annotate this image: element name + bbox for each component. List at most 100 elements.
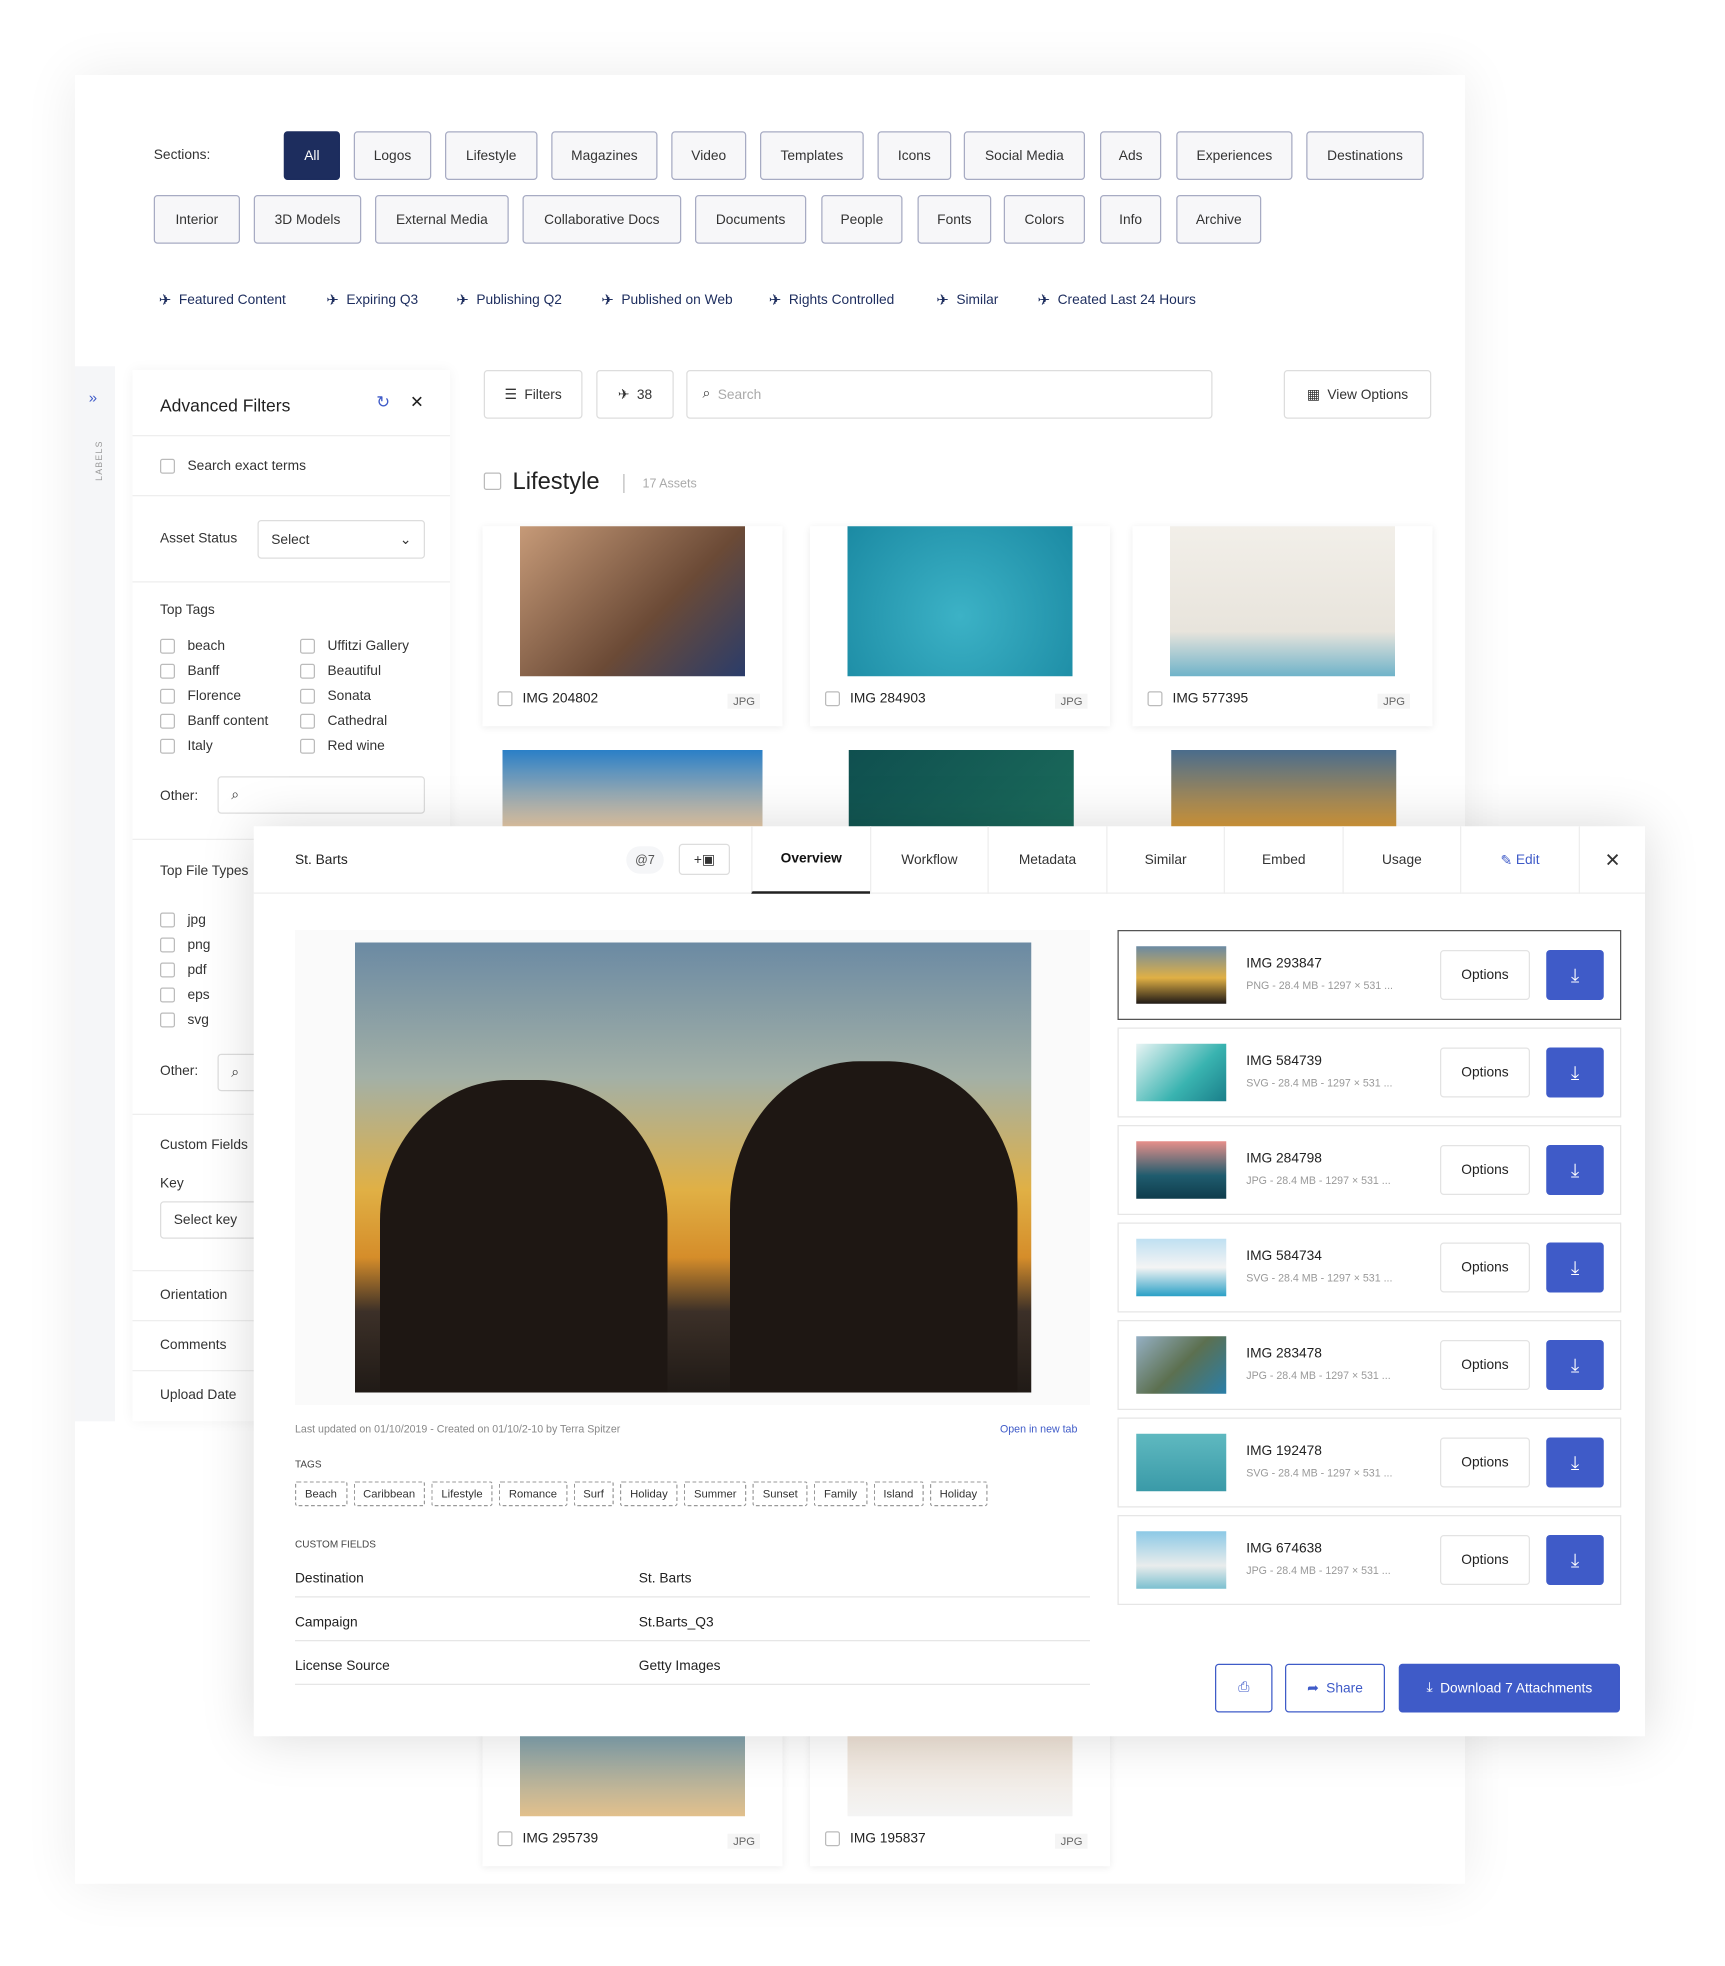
pinned-filter[interactable]: ✈ Published on Web <box>601 291 732 309</box>
refresh-icon[interactable]: ↻ <box>376 393 390 413</box>
attachments-badge[interactable]: @7 <box>626 846 664 874</box>
tag-chip[interactable]: Beach <box>295 1481 347 1507</box>
pins-button[interactable]: ✈ 38 <box>596 370 674 419</box>
attachment-item[interactable]: IMG 293847 PNG - 28.4 MB - 1297 × 531 ...… <box>1117 930 1622 1020</box>
download-button[interactable]: ⤓ <box>1546 1047 1604 1098</box>
open-new-tab-link[interactable]: Open in new tab <box>1000 1423 1077 1436</box>
print-button[interactable]: ⎙ <box>1215 1663 1273 1713</box>
options-button[interactable]: Options <box>1440 1535 1530 1585</box>
asset-checkbox[interactable] <box>1147 691 1163 707</box>
exact-terms-checkbox[interactable]: Search exact terms <box>160 458 306 474</box>
download-button[interactable]: ⤓ <box>1546 1340 1604 1390</box>
section-chip[interactable]: Info <box>1100 195 1162 244</box>
asset-checkbox[interactable] <box>497 1831 513 1847</box>
section-chip[interactable]: Icons <box>877 131 952 180</box>
section-chip[interactable]: External Media <box>375 195 509 244</box>
asset-card[interactable]: IMG 577395 JPG <box>1132 526 1433 727</box>
section-chip[interactable]: Archive <box>1176 195 1262 244</box>
file-type-checkbox[interactable]: jpg <box>160 912 206 928</box>
asset-checkbox[interactable] <box>497 691 513 707</box>
file-type-checkbox[interactable]: png <box>160 937 210 953</box>
share-button[interactable]: ➦ Share <box>1285 1663 1385 1713</box>
section-chip[interactable]: Lifestyle <box>445 131 538 180</box>
options-button[interactable]: Options <box>1440 1437 1530 1488</box>
comments-filter[interactable]: Comments <box>160 1338 226 1353</box>
asset-card[interactable]: IMG 284903 JPG <box>810 526 1110 727</box>
section-chip[interactable]: Logos <box>353 131 432 180</box>
download-button[interactable]: ⤓ <box>1546 950 1604 1000</box>
attachment-item[interactable]: IMG 584739 SVG - 28.4 MB - 1297 × 531 ...… <box>1117 1027 1622 1118</box>
tag-checkbox[interactable]: Banff <box>160 663 219 679</box>
pinned-filter[interactable]: ✈ Publishing Q2 <box>456 291 562 309</box>
tag-chip[interactable]: Family <box>814 1481 868 1507</box>
tag-chip[interactable]: Summer <box>683 1481 747 1507</box>
tag-checkbox[interactable]: Banff content <box>160 713 268 729</box>
tag-chip[interactable]: Island <box>873 1481 924 1507</box>
tag-checkbox[interactable]: Beautiful <box>300 663 381 679</box>
download-button[interactable]: ⤓ <box>1546 1437 1604 1488</box>
tag-chip[interactable]: Surf <box>573 1481 614 1507</box>
orientation-filter[interactable]: Orientation <box>160 1288 227 1303</box>
pinned-filter[interactable]: ✈ Created Last 24 Hours <box>1038 291 1196 309</box>
download-button[interactable]: ⤓ <box>1546 1535 1604 1585</box>
section-chip[interactable]: Interior <box>153 195 240 244</box>
add-to-collection-button[interactable]: +▣ <box>678 843 730 875</box>
file-type-checkbox[interactable]: eps <box>160 987 210 1003</box>
tab-overview[interactable]: Overview <box>751 826 870 894</box>
tab-workflow[interactable]: Workflow <box>869 826 988 894</box>
pinned-filter[interactable]: ✈ Rights Controlled <box>769 291 895 309</box>
tag-checkbox[interactable]: Florence <box>160 688 241 704</box>
tag-checkbox[interactable]: Uffitzi Gallery <box>300 638 409 654</box>
pinned-filter[interactable]: ✈ Expiring Q3 <box>326 291 418 309</box>
section-chip[interactable]: Video <box>671 131 747 180</box>
tag-checkbox[interactable]: Italy <box>160 738 213 754</box>
other-tags-input[interactable]: ⌕ <box>217 776 425 814</box>
attachment-item[interactable]: IMG 584734 SVG - 28.4 MB - 1297 × 531 ...… <box>1117 1222 1622 1313</box>
options-button[interactable]: Options <box>1440 950 1530 1000</box>
tag-chip[interactable]: Romance <box>498 1481 568 1507</box>
tab-usage[interactable]: Usage <box>1341 826 1461 894</box>
download-button[interactable]: ⤓ <box>1546 1242 1604 1293</box>
asset-checkbox[interactable] <box>825 1831 840 1847</box>
file-type-checkbox[interactable]: pdf <box>160 962 207 978</box>
section-chip[interactable]: Documents <box>695 195 807 244</box>
section-chip[interactable]: Collaborative Docs <box>522 195 682 244</box>
section-chip[interactable]: Destinations <box>1306 131 1424 180</box>
section-chip[interactable]: Templates <box>760 131 864 180</box>
tag-chip[interactable]: Caribbean <box>353 1481 426 1507</box>
options-button[interactable]: Options <box>1440 1340 1530 1390</box>
tab-metadata[interactable]: Metadata <box>987 826 1107 894</box>
section-chip[interactable]: Magazines <box>551 131 658 180</box>
tag-chip[interactable]: Holiday <box>620 1481 678 1507</box>
tag-chip[interactable]: Lifestyle <box>431 1481 493 1507</box>
tag-chip[interactable]: Sunset <box>752 1481 808 1507</box>
pinned-filter[interactable]: ✈ Similar <box>936 291 998 309</box>
download-button[interactable]: ⤓ <box>1546 1145 1604 1195</box>
file-type-checkbox[interactable]: svg <box>160 1012 209 1028</box>
section-chip[interactable]: Experiences <box>1176 131 1293 180</box>
tab-similar[interactable]: Similar <box>1105 826 1225 894</box>
section-chip[interactable]: Fonts <box>917 195 992 244</box>
asset-checkbox[interactable] <box>825 691 840 707</box>
options-button[interactable]: Options <box>1440 1242 1530 1293</box>
pinned-filter[interactable]: ✈ Featured Content <box>159 291 286 309</box>
asset-card[interactable]: IMG 204802 JPG <box>482 526 783 727</box>
section-chip[interactable]: Ads <box>1100 131 1162 180</box>
section-chip[interactable]: People <box>821 195 903 244</box>
attachment-item[interactable]: IMG 674638 JPG - 28.4 MB - 1297 × 531 ...… <box>1117 1515 1622 1605</box>
edit-button[interactable]: ✎ Edit <box>1460 826 1579 894</box>
tag-chip[interactable]: Holiday <box>929 1481 988 1507</box>
attachment-item[interactable]: IMG 283478 JPG - 28.4 MB - 1297 × 531 ...… <box>1117 1320 1622 1410</box>
section-chip[interactable]: All <box>283 131 340 180</box>
filters-button[interactable]: ☰ Filters <box>483 370 583 419</box>
search-input[interactable]: ⌕ Search <box>686 370 1213 419</box>
tag-checkbox[interactable]: beach <box>160 638 225 654</box>
expand-icon[interactable]: » <box>89 389 97 407</box>
view-options-button[interactable]: ▦ View Options <box>1283 370 1432 419</box>
tab-embed[interactable]: Embed <box>1223 826 1343 894</box>
attachment-item[interactable]: IMG 284798 JPG - 28.4 MB - 1297 × 531 ...… <box>1117 1125 1622 1215</box>
tag-checkbox[interactable]: Cathedral <box>300 713 387 729</box>
attachment-item[interactable]: IMG 192478 SVG - 28.4 MB - 1297 × 531 ...… <box>1117 1417 1622 1508</box>
section-chip[interactable]: Colors <box>1003 195 1085 244</box>
download-all-button[interactable]: ⤓ Download 7 Attachments <box>1398 1663 1620 1713</box>
